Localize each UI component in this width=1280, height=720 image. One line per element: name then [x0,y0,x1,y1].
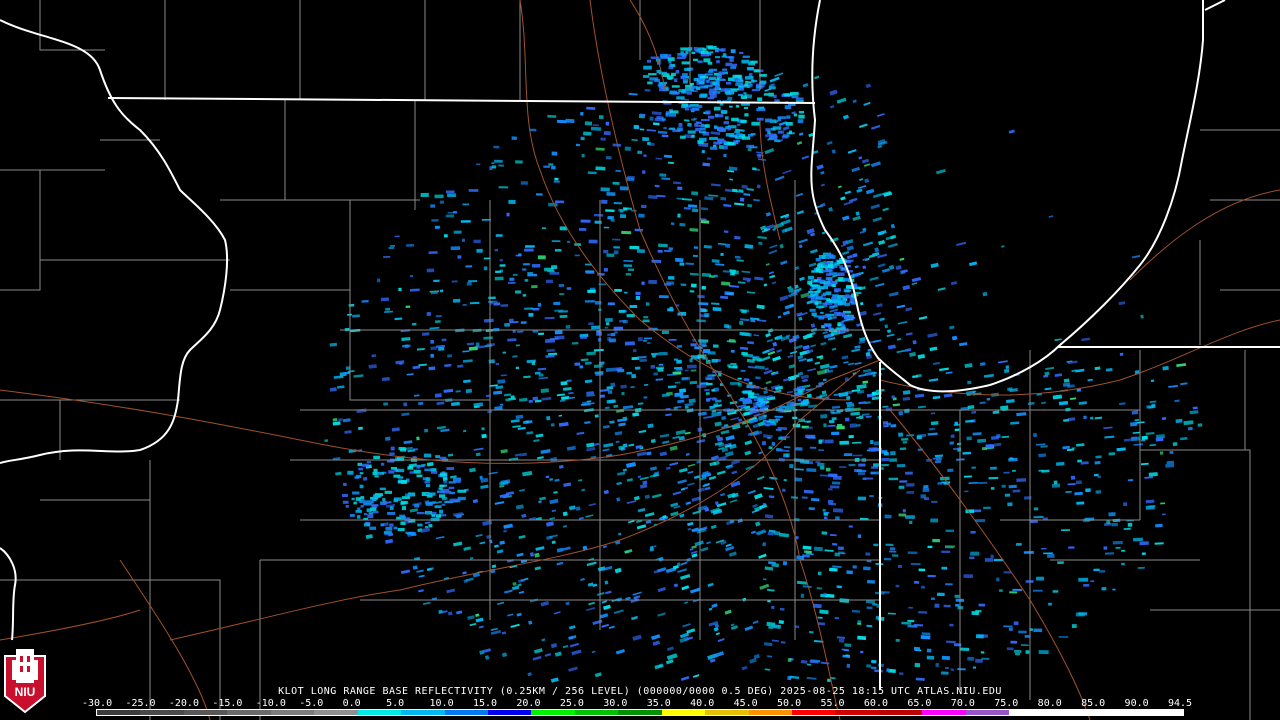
scale-label: 0.0 [342,698,361,709]
scale-label: 60.0 [863,698,888,709]
colorbar-swatch [618,710,662,715]
niu-logo: NIU [4,649,46,714]
colorbar-swatch [835,710,879,715]
radar-map [0,0,1280,720]
scale-label: -10.0 [255,698,286,709]
colorbar-swatch [705,710,749,715]
colorbar-swatch [1052,710,1097,715]
reflectivity-scale-labels: -30.0 -25.0 -20.0 -15.0 -10.0 -5.0 0.0 5.0 10.0 1… [82,698,1194,709]
scale-label: 40.0 [690,698,715,709]
scale-label: 30.0 [603,698,628,709]
scale-label: 25.0 [559,698,584,709]
reflectivity-colorbar [96,709,1184,716]
scale-label: 85.0 [1081,698,1106,709]
scale-label: -5.0 [299,698,324,709]
scale-label: 5.0 [386,698,405,709]
scale-label: -25.0 [125,698,156,709]
colorbar-swatch [401,710,445,715]
scale-label: 50.0 [777,698,802,709]
scale-label: 75.0 [994,698,1019,709]
colorbar-swatch [97,710,141,715]
scale-label: 15.0 [472,698,498,709]
scale-label: 94.5 [1168,698,1193,709]
colorbar-swatch [531,710,575,715]
colorbar-swatch [661,710,706,715]
colorbar-swatch [965,710,1010,715]
colorbar-swatch [1139,710,1183,715]
colorbar-swatch [878,710,923,715]
scale-label: 20.0 [516,698,541,709]
scale-label: 10.0 [429,698,454,709]
scale-label: 45.0 [733,698,758,709]
colorbar-swatch [183,710,228,715]
scale-label: 70.0 [950,698,975,709]
colorbar-swatch [140,710,184,715]
colorbar-swatch [748,710,792,715]
state-borders [0,19,1280,690]
colorbar-swatch [270,710,315,715]
colorbar-swatch [357,710,402,715]
colorbar-swatch [922,710,966,715]
colorbar-swatch [1096,710,1140,715]
colorbar-swatch [487,710,532,715]
scale-label: -30.0 [82,698,113,709]
niu-logo-text: NIU [15,685,36,699]
scale-label: 35.0 [646,698,671,709]
product-caption: KLOT LONG RANGE BASE REFLECTIVITY (0.25K… [278,686,1002,697]
colorbar-swatch [227,710,271,715]
scale-label: 55.0 [820,698,845,709]
colorbar-swatch [444,710,488,715]
colorbar-swatch [1009,710,1053,715]
colorbar-swatch [574,710,619,715]
reflectivity-echoes [324,45,1203,683]
scale-label: 90.0 [1124,698,1149,709]
colorbar-swatch [314,710,358,715]
scale-label: 80.0 [1037,698,1062,709]
colorbar-swatch [792,710,836,715]
scale-label: -15.0 [212,698,243,709]
scale-label: 65.0 [907,698,932,709]
scale-label: -20.0 [168,698,199,709]
